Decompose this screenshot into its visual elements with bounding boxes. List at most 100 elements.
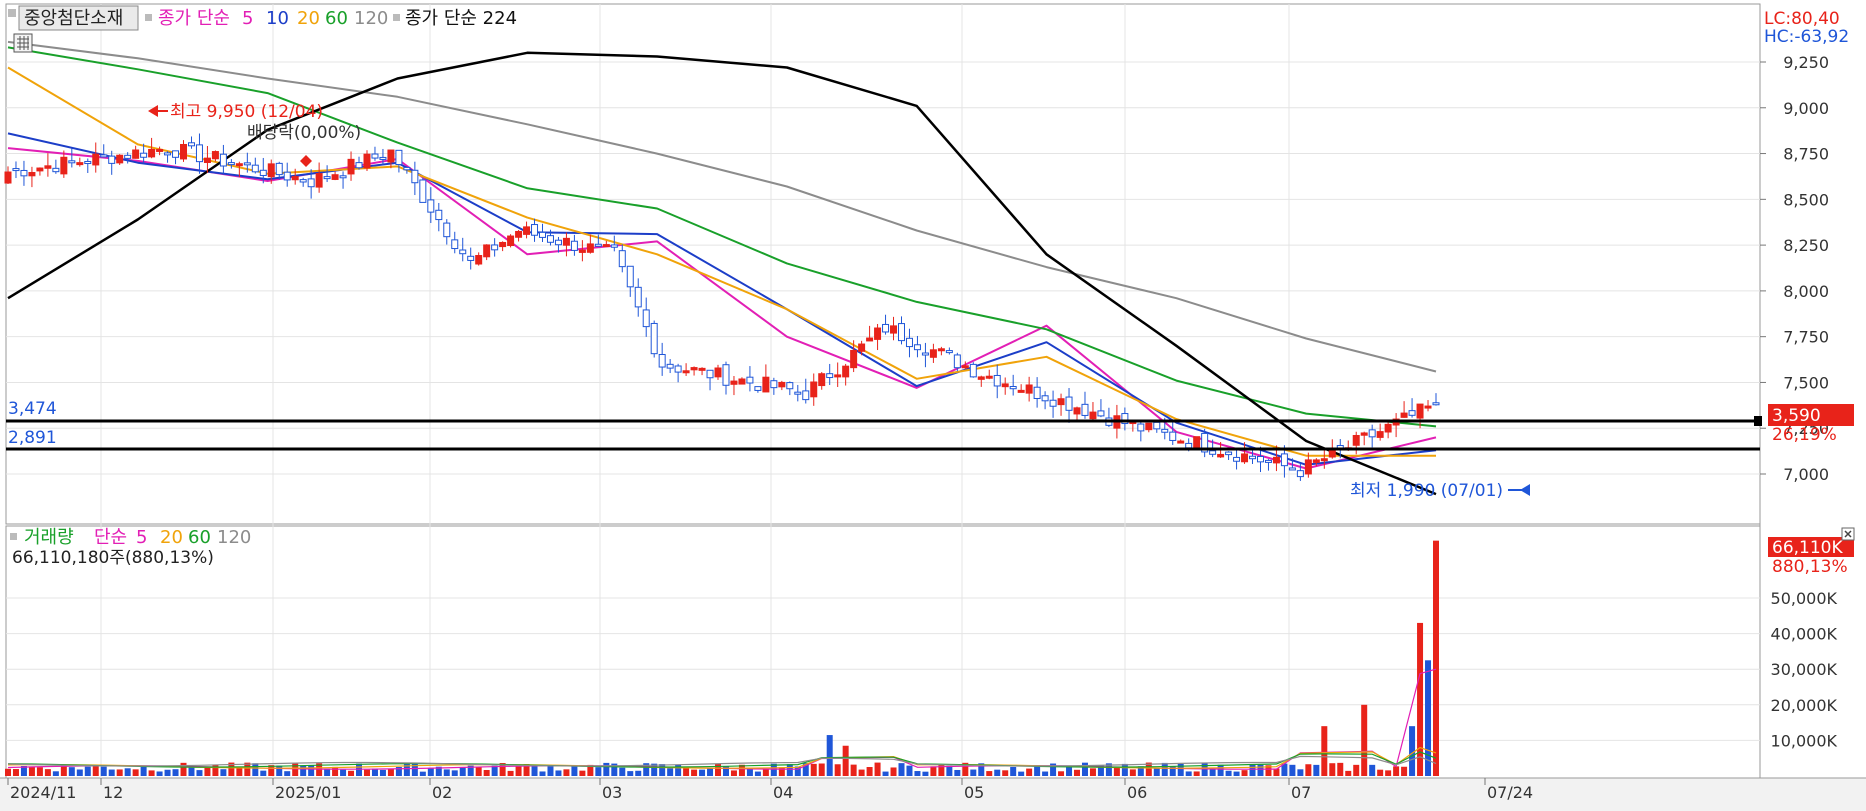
volume-bar xyxy=(1058,771,1065,776)
volume-bar xyxy=(188,767,195,776)
candle-body xyxy=(890,325,898,334)
candle-body xyxy=(1193,436,1201,448)
candle-body xyxy=(762,376,770,393)
volume-bar xyxy=(387,768,394,776)
low-annotation: 최저 1,990 (07/01) xyxy=(1350,481,1503,501)
volume-bar xyxy=(1249,764,1256,776)
candle-body xyxy=(379,156,387,160)
volume-bar xyxy=(1241,770,1248,776)
volume-bar xyxy=(451,770,458,776)
candle-body xyxy=(1241,453,1249,463)
volume-bar xyxy=(427,767,434,776)
candle-body xyxy=(403,166,411,171)
volume-bar xyxy=(730,770,737,776)
volume-bar xyxy=(842,745,849,776)
candle-body xyxy=(140,152,148,158)
candle-body xyxy=(730,380,738,385)
candle-body xyxy=(523,226,531,235)
candle-body xyxy=(419,179,427,203)
volume-bar xyxy=(930,766,937,776)
volume-bar xyxy=(52,771,59,776)
date-tick-label: 04 xyxy=(773,783,793,802)
volume-bar xyxy=(1042,771,1049,776)
volume-bar xyxy=(834,764,841,776)
volume-bar xyxy=(515,765,522,776)
candle-body xyxy=(937,348,945,352)
candle-body xyxy=(459,249,467,255)
volume-bar xyxy=(1209,769,1216,776)
candle-body xyxy=(347,158,355,175)
volume-bar xyxy=(1018,771,1025,776)
volume-bar xyxy=(5,768,11,776)
candle-body xyxy=(507,235,515,247)
volume-bar xyxy=(1337,762,1344,776)
volume-bar xyxy=(994,769,1001,776)
volume-bar xyxy=(691,769,698,776)
price-tick-label: 7,750 xyxy=(1783,328,1829,347)
volume-bar xyxy=(571,765,578,776)
volume-bar xyxy=(1153,767,1160,776)
volume-bar xyxy=(563,769,570,776)
volume-bar xyxy=(683,767,690,776)
candle-body xyxy=(1089,411,1097,420)
volume-value: 66,110,180주(880,13%) xyxy=(12,548,214,568)
candle-body xyxy=(1137,423,1145,432)
dividend-annotation: 배당락(0,00%) xyxy=(247,123,361,143)
candle-body xyxy=(195,144,203,163)
volume-bar xyxy=(1393,766,1400,776)
candle-body xyxy=(658,353,666,368)
volume-bar xyxy=(1305,764,1312,776)
candle-body xyxy=(235,163,243,167)
candle-body xyxy=(1312,459,1320,463)
candle-body xyxy=(650,322,658,355)
candle-body xyxy=(211,151,219,160)
volume-bar xyxy=(866,767,873,776)
candle-body xyxy=(92,153,100,166)
volume-bar xyxy=(507,770,514,776)
volume-bar xyxy=(1161,762,1168,776)
candle-body xyxy=(1177,440,1185,444)
volume-bar xyxy=(419,771,426,776)
candle-body xyxy=(842,365,850,378)
candle-body xyxy=(1185,442,1193,449)
candle-body xyxy=(866,337,874,342)
candle-body xyxy=(977,376,985,380)
date-tick-label: 07 xyxy=(1291,783,1311,802)
date-tick-label: 03 xyxy=(602,783,622,802)
candle-body xyxy=(1217,453,1225,458)
candle-body xyxy=(275,162,283,176)
candle-body xyxy=(546,235,554,243)
price-tick-label: 8,000 xyxy=(1783,282,1829,301)
volume-bar xyxy=(180,762,187,776)
ma60-label: 60 xyxy=(325,8,348,29)
candle-body xyxy=(395,149,403,166)
candle-body xyxy=(690,367,698,371)
candle-body xyxy=(227,162,235,166)
candle-body xyxy=(921,352,929,356)
candle-body xyxy=(1384,423,1392,433)
volume-bar xyxy=(667,768,674,776)
candle-body xyxy=(674,365,682,373)
volume-tick-label: 30,000K xyxy=(1771,660,1838,679)
candle-body xyxy=(1272,456,1280,464)
volume-bar xyxy=(826,735,833,776)
line-handle[interactable] xyxy=(1754,416,1762,426)
candle-body xyxy=(1057,398,1065,406)
candle-body xyxy=(172,150,180,158)
volume-bar xyxy=(1321,726,1328,776)
candle-body xyxy=(443,222,451,238)
candle-body xyxy=(387,149,395,163)
candle-body xyxy=(76,162,84,166)
volume-bar xyxy=(100,766,107,776)
volume-bar xyxy=(906,765,913,776)
volume-bar xyxy=(786,764,793,776)
volume-bar xyxy=(619,767,626,776)
candle-body xyxy=(562,237,570,246)
volume-bar xyxy=(340,769,347,776)
candle-body xyxy=(1288,467,1296,471)
ma120-label: 120 xyxy=(354,8,388,29)
candle-body xyxy=(164,152,172,156)
price-tick-label: 9,250 xyxy=(1783,53,1829,72)
volume-bar xyxy=(1233,771,1240,776)
volume-bar xyxy=(28,766,35,776)
